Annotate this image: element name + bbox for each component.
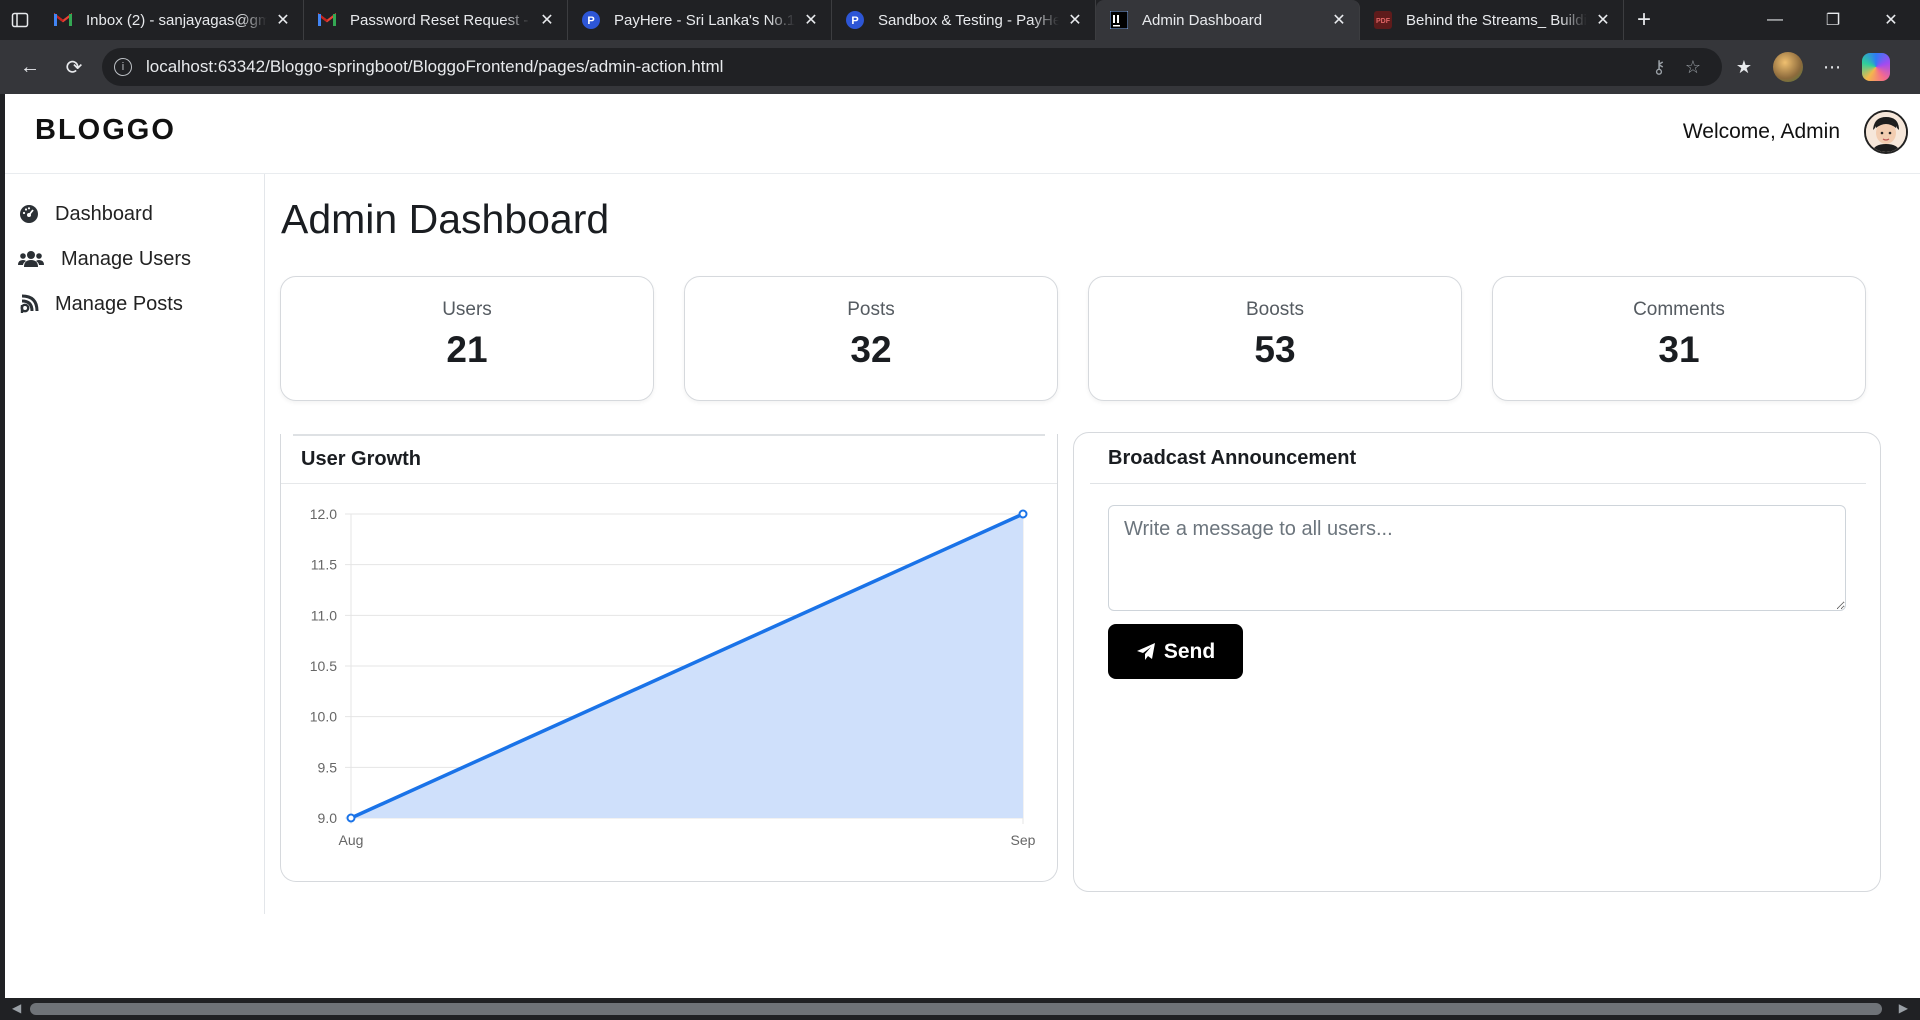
user-growth-card: User Growth 12.0 11.5 11.0 10.5 10.0 9.5 9.0 Au… (280, 434, 1058, 882)
scrollbar-thumb[interactable] (30, 1003, 1882, 1015)
stat-label: Users (442, 299, 492, 320)
y-tick-label: 9.0 (318, 810, 338, 826)
browser-tab[interactable]: PDF Behind the Streams_ Building ✕ (1360, 0, 1624, 40)
stat-card-posts: Posts 32 (684, 276, 1058, 401)
browser-tab[interactable]: Password Reset Request - sa ✕ (304, 0, 568, 40)
tab-title: Inbox (2) - sanjayagas@gmail.com (86, 11, 267, 29)
stat-card-comments: Comments 31 (1492, 276, 1866, 401)
browser-tab[interactable]: Admin Dashboard ✕ (1096, 0, 1360, 40)
close-window-icon[interactable]: ✕ (1862, 0, 1920, 40)
profile-avatar[interactable] (1766, 47, 1810, 87)
browser-tab-bar: Inbox (2) - sanjayagas@gmail.com✕Passwor… (0, 0, 1920, 40)
tab-close-icon[interactable]: ✕ (1065, 10, 1085, 30)
admin-avatar[interactable] (1864, 110, 1908, 154)
dashboard-gauge-icon (17, 202, 41, 226)
stat-card-users: Users 21 (280, 276, 654, 401)
chart-title: User Growth (301, 448, 422, 470)
sidebar-item-label: Dashboard (55, 202, 153, 225)
page-title: Admin Dashboard (281, 196, 610, 242)
payhere-icon: P (846, 11, 864, 29)
brand-logo[interactable]: BLOGGO (35, 114, 176, 147)
broadcast-message-input[interactable] (1108, 505, 1846, 611)
gmail-icon (318, 11, 336, 29)
broadcast-title: Broadcast Announcement (1108, 447, 1357, 469)
data-point[interactable] (346, 813, 356, 823)
stat-label: Posts (847, 299, 895, 320)
tab-close-icon[interactable]: ✕ (1593, 10, 1613, 30)
chart-card-header: User Growth (281, 434, 1057, 484)
tab-title: Admin Dashboard (1142, 11, 1263, 29)
tab-close-icon[interactable]: ✕ (1329, 10, 1349, 30)
paper-plane-icon (1136, 642, 1156, 662)
tab-close-icon[interactable]: ✕ (801, 10, 821, 30)
address-bar[interactable]: i localhost:63342/Bloggo-springboot/Blog… (102, 48, 1722, 86)
intellij-icon (1110, 11, 1128, 29)
pdf-icon: PDF (1374, 11, 1392, 29)
stat-value: 53 (1254, 329, 1296, 370)
favorites-icon[interactable]: ★ (1722, 47, 1766, 87)
users-icon (17, 247, 45, 271)
stat-label: Comments (1633, 299, 1725, 320)
data-point[interactable] (1018, 509, 1028, 519)
browser-tab[interactable]: P Sandbox & Testing - PayHere ✕ (832, 0, 1096, 40)
key-icon[interactable]: ⚷ (1642, 57, 1676, 78)
stat-value: 21 (446, 329, 488, 370)
favorite-star-icon[interactable]: ☆ (1676, 57, 1710, 78)
address-toolbar: ← ⟳ i localhost:63342/Bloggo-springboot/… (0, 40, 1920, 94)
x-tick-label: Aug (339, 832, 364, 848)
sidebar-item-manage-users[interactable]: Manage Users (17, 247, 191, 271)
tab-close-icon[interactable]: ✕ (273, 10, 293, 30)
send-button-label: Send (1163, 639, 1216, 663)
top-navbar: BLOGGO Welcome, Admin (5, 94, 1920, 174)
broadcast-card: Broadcast Announcement Send (1073, 432, 1881, 892)
y-tick-label: 10.0 (310, 709, 337, 725)
restore-icon[interactable]: ❐ (1804, 0, 1862, 40)
horizontal-scrollbar[interactable]: ◀ ▶ (0, 998, 1920, 1020)
minimize-icon[interactable]: — (1746, 0, 1804, 40)
tab-title: Sandbox & Testing - PayHere (878, 11, 1059, 29)
reload-icon[interactable]: ⟳ (52, 47, 96, 87)
copilot-icon[interactable] (1854, 47, 1898, 87)
svg-text:PDF: PDF (1376, 18, 1391, 25)
sidebar-item-label: Manage Posts (55, 292, 183, 315)
stat-label: Boosts (1245, 299, 1305, 320)
user-growth-chart: 12.0 11.5 11.0 10.5 10.0 9.5 9.0Aug Sep (310, 506, 1036, 848)
x-tick-label: Sep (1011, 832, 1036, 848)
tab-actions-icon[interactable] (0, 0, 40, 40)
more-menu-icon[interactable]: ⋯ (1810, 47, 1854, 87)
scroll-right-icon[interactable]: ▶ (1899, 1001, 1908, 1015)
stat-value: 31 (1658, 329, 1700, 370)
gmail-icon (54, 11, 72, 29)
stat-card-boosts: Boosts 53 (1088, 276, 1462, 401)
new-tab-button[interactable]: + (1624, 0, 1664, 40)
y-tick-label: 11.5 (311, 557, 337, 573)
back-icon[interactable]: ← (8, 47, 52, 87)
stat-value: 32 (850, 329, 892, 370)
svg-text:P: P (851, 15, 858, 27)
payhere-icon: P (582, 11, 600, 29)
welcome-text: Welcome, Admin (1682, 120, 1840, 143)
browser-tab[interactable]: Inbox (2) - sanjayagas@gmail.com ✕ (40, 0, 304, 40)
y-tick-label: 11.0 (311, 607, 337, 623)
sidebar-item-manage-posts[interactable]: Manage Posts (17, 292, 183, 316)
tab-title: PayHere - Sri Lanka's No.1 Online (614, 11, 795, 29)
tab-close-icon[interactable]: ✕ (537, 10, 557, 30)
url-text: localhost:63342/Bloggo-springboot/Bloggo… (146, 57, 724, 76)
tab-title: Password Reset Request - sa (350, 11, 531, 29)
send-button[interactable]: Send (1108, 624, 1243, 679)
y-tick-label: 12.0 (310, 506, 337, 522)
broadcast-card-header: Broadcast Announcement (1090, 433, 1866, 484)
sidebar-item-label: Manage Users (61, 247, 192, 270)
scroll-left-icon[interactable]: ◀ (12, 1001, 21, 1015)
browser-tab[interactable]: P PayHere - Sri Lanka's No.1 Online ✕ (568, 0, 832, 40)
svg-text:P: P (587, 15, 594, 27)
tab-title: Behind the Streams_ Building (1406, 11, 1587, 29)
site-info-icon[interactable]: i (114, 58, 132, 76)
y-tick-label: 10.5 (310, 658, 337, 674)
sidebar-item-dashboard[interactable]: Dashboard (17, 202, 153, 226)
sidebar: Dashboard Manage Users Manage Posts (5, 174, 265, 914)
y-tick-label: 9.5 (318, 759, 338, 775)
page-viewport: BLOGGO Welcome, Admin Dashboard Manage U… (5, 94, 1920, 998)
blog-icon (17, 292, 41, 316)
